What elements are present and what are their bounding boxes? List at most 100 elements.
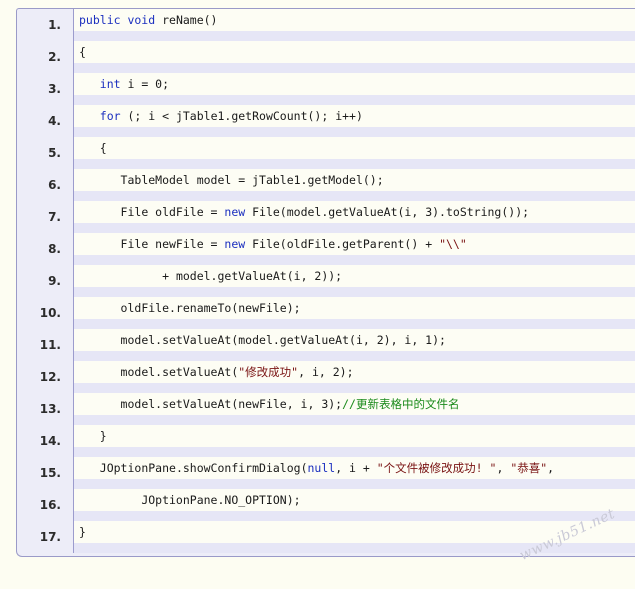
code-keyword: null: [307, 461, 336, 475]
code-token: + model.getValueAt(i, 2));: [162, 269, 343, 283]
code-keyword: new: [224, 237, 246, 251]
line-stripe: [74, 255, 635, 265]
code-cell: JOptionPane.NO_OPTION);: [73, 489, 635, 521]
code-block: 1. public void reName() 2.{3. int i = 0; 4.…: [16, 8, 635, 557]
line-stripe: [74, 159, 635, 169]
code-token: oldFile.renameTo(newFile);: [120, 301, 301, 315]
code-cell: model.setValueAt("修改成功", i, 2);: [73, 361, 635, 393]
code-token: i = 0;: [120, 77, 170, 91]
code-text: model.setValueAt("修改成功", i, 2);: [74, 361, 635, 383]
code-line: 5. {: [17, 137, 635, 169]
code-text: TableModel model = jTable1.getModel();: [74, 169, 635, 191]
line-stripe: [74, 287, 635, 297]
code-token: {: [79, 45, 86, 59]
code-line: 13. model.setValueAt(newFile, i, 3);//更新…: [17, 393, 635, 425]
code-line: 12. model.setValueAt("修改成功", i, 2);: [17, 361, 635, 393]
code-line: 7. File oldFile = new File(model.getValu…: [17, 201, 635, 233]
code-token: File(model.getValueAt(i, 3).toString());: [245, 205, 530, 219]
line-number: 15.: [39, 466, 61, 480]
line-number: 11.: [39, 338, 61, 352]
code-keyword: int: [99, 77, 121, 91]
code-line: 14. }: [17, 425, 635, 457]
code-token: File(oldFile.getParent() +: [245, 237, 440, 251]
line-stripe: [74, 319, 635, 329]
code-token: TableModel model = jTable1.getModel();: [120, 173, 384, 187]
code-string: "个文件被修改成功! ": [376, 461, 497, 475]
line-number: 7.: [48, 210, 61, 224]
code-cell: model.setValueAt(model.getValueAt(i, 2),…: [73, 329, 635, 361]
code-token: {: [99, 141, 107, 155]
code-line: 10. oldFile.renameTo(newFile);: [17, 297, 635, 329]
code-line: 16. JOptionPane.NO_OPTION);: [17, 489, 635, 521]
code-line: 6. TableModel model = jTable1.getModel()…: [17, 169, 635, 201]
code-line: 3. int i = 0;: [17, 73, 635, 105]
code-keyword: for: [99, 109, 121, 123]
line-number: 10.: [39, 306, 61, 320]
line-stripe: [74, 447, 635, 457]
code-text: File newFile = new File(oldFile.getParen…: [74, 233, 635, 255]
code-string: "\\": [439, 237, 467, 251]
line-number: 4.: [48, 114, 61, 128]
line-stripe: [74, 543, 635, 553]
code-token: model.setValueAt(newFile, i, 3);: [120, 397, 343, 411]
code-text: {: [74, 41, 635, 63]
code-token: File oldFile =: [120, 205, 225, 219]
code-text: model.setValueAt(newFile, i, 3);//更新表格中的…: [74, 393, 635, 415]
code-cell: {: [73, 137, 635, 169]
code-cell: TableModel model = jTable1.getModel();: [73, 169, 635, 201]
code-text: public void reName(): [74, 9, 635, 31]
code-cell: File newFile = new File(oldFile.getParen…: [73, 233, 635, 265]
code-token: (; i < jTable1.getRowCount(); i++): [120, 109, 363, 123]
line-stripe: [74, 511, 635, 521]
line-stripe: [74, 415, 635, 425]
line-stripe: [74, 479, 635, 489]
code-cell: for (; i < jTable1.getRowCount(); i++): [73, 105, 635, 137]
code-cell: + model.getValueAt(i, 2));: [73, 265, 635, 297]
code-token: model.setValueAt(: [120, 365, 239, 379]
line-number: 9.: [48, 274, 61, 288]
line-number: 8.: [48, 242, 61, 256]
line-stripe: [74, 95, 635, 105]
line-stripe: [74, 351, 635, 361]
line-number: 17.: [39, 530, 61, 544]
code-token: , i +: [335, 461, 377, 475]
code-line: 15. JOptionPane.showConfirmDialog(null, …: [17, 457, 635, 489]
code-text: File oldFile = new File(model.getValueAt…: [74, 201, 635, 223]
line-number: 16.: [39, 498, 61, 512]
code-keyword: public void: [79, 13, 156, 27]
code-string: "恭喜": [510, 461, 548, 475]
code-keyword: new: [224, 205, 246, 219]
code-line: 2. {: [17, 41, 635, 73]
line-stripe: [74, 223, 635, 233]
line-stripe: [74, 127, 635, 137]
line-number: 5.: [48, 146, 61, 160]
code-text: JOptionPane.NO_OPTION);: [74, 489, 635, 511]
code-line: 9. + model.getValueAt(i, 2));: [17, 265, 635, 297]
line-number: 12.: [39, 370, 61, 384]
code-cell: File oldFile = new File(model.getValueAt…: [73, 201, 635, 233]
code-token: ,: [496, 461, 511, 475]
code-text: {: [74, 137, 635, 159]
code-line: 17.}: [17, 521, 635, 553]
line-number: 13.: [39, 402, 61, 416]
code-line: 11. model.setValueAt(model.getValueAt(i,…: [17, 329, 635, 361]
line-number: 3.: [48, 82, 61, 96]
code-text: model.setValueAt(model.getValueAt(i, 2),…: [74, 329, 635, 351]
code-string: "修改成功": [238, 365, 299, 379]
code-text: }: [74, 425, 635, 447]
code-token: reName(): [155, 13, 218, 27]
code-text: for (; i < jTable1.getRowCount(); i++): [74, 105, 635, 127]
code-cell: model.setValueAt(newFile, i, 3);//更新表格中的…: [73, 393, 635, 425]
code-token: model.setValueAt(model.getValueAt(i, 2),…: [120, 333, 446, 347]
line-number: 6.: [48, 178, 61, 192]
code-cell: {: [73, 41, 635, 73]
